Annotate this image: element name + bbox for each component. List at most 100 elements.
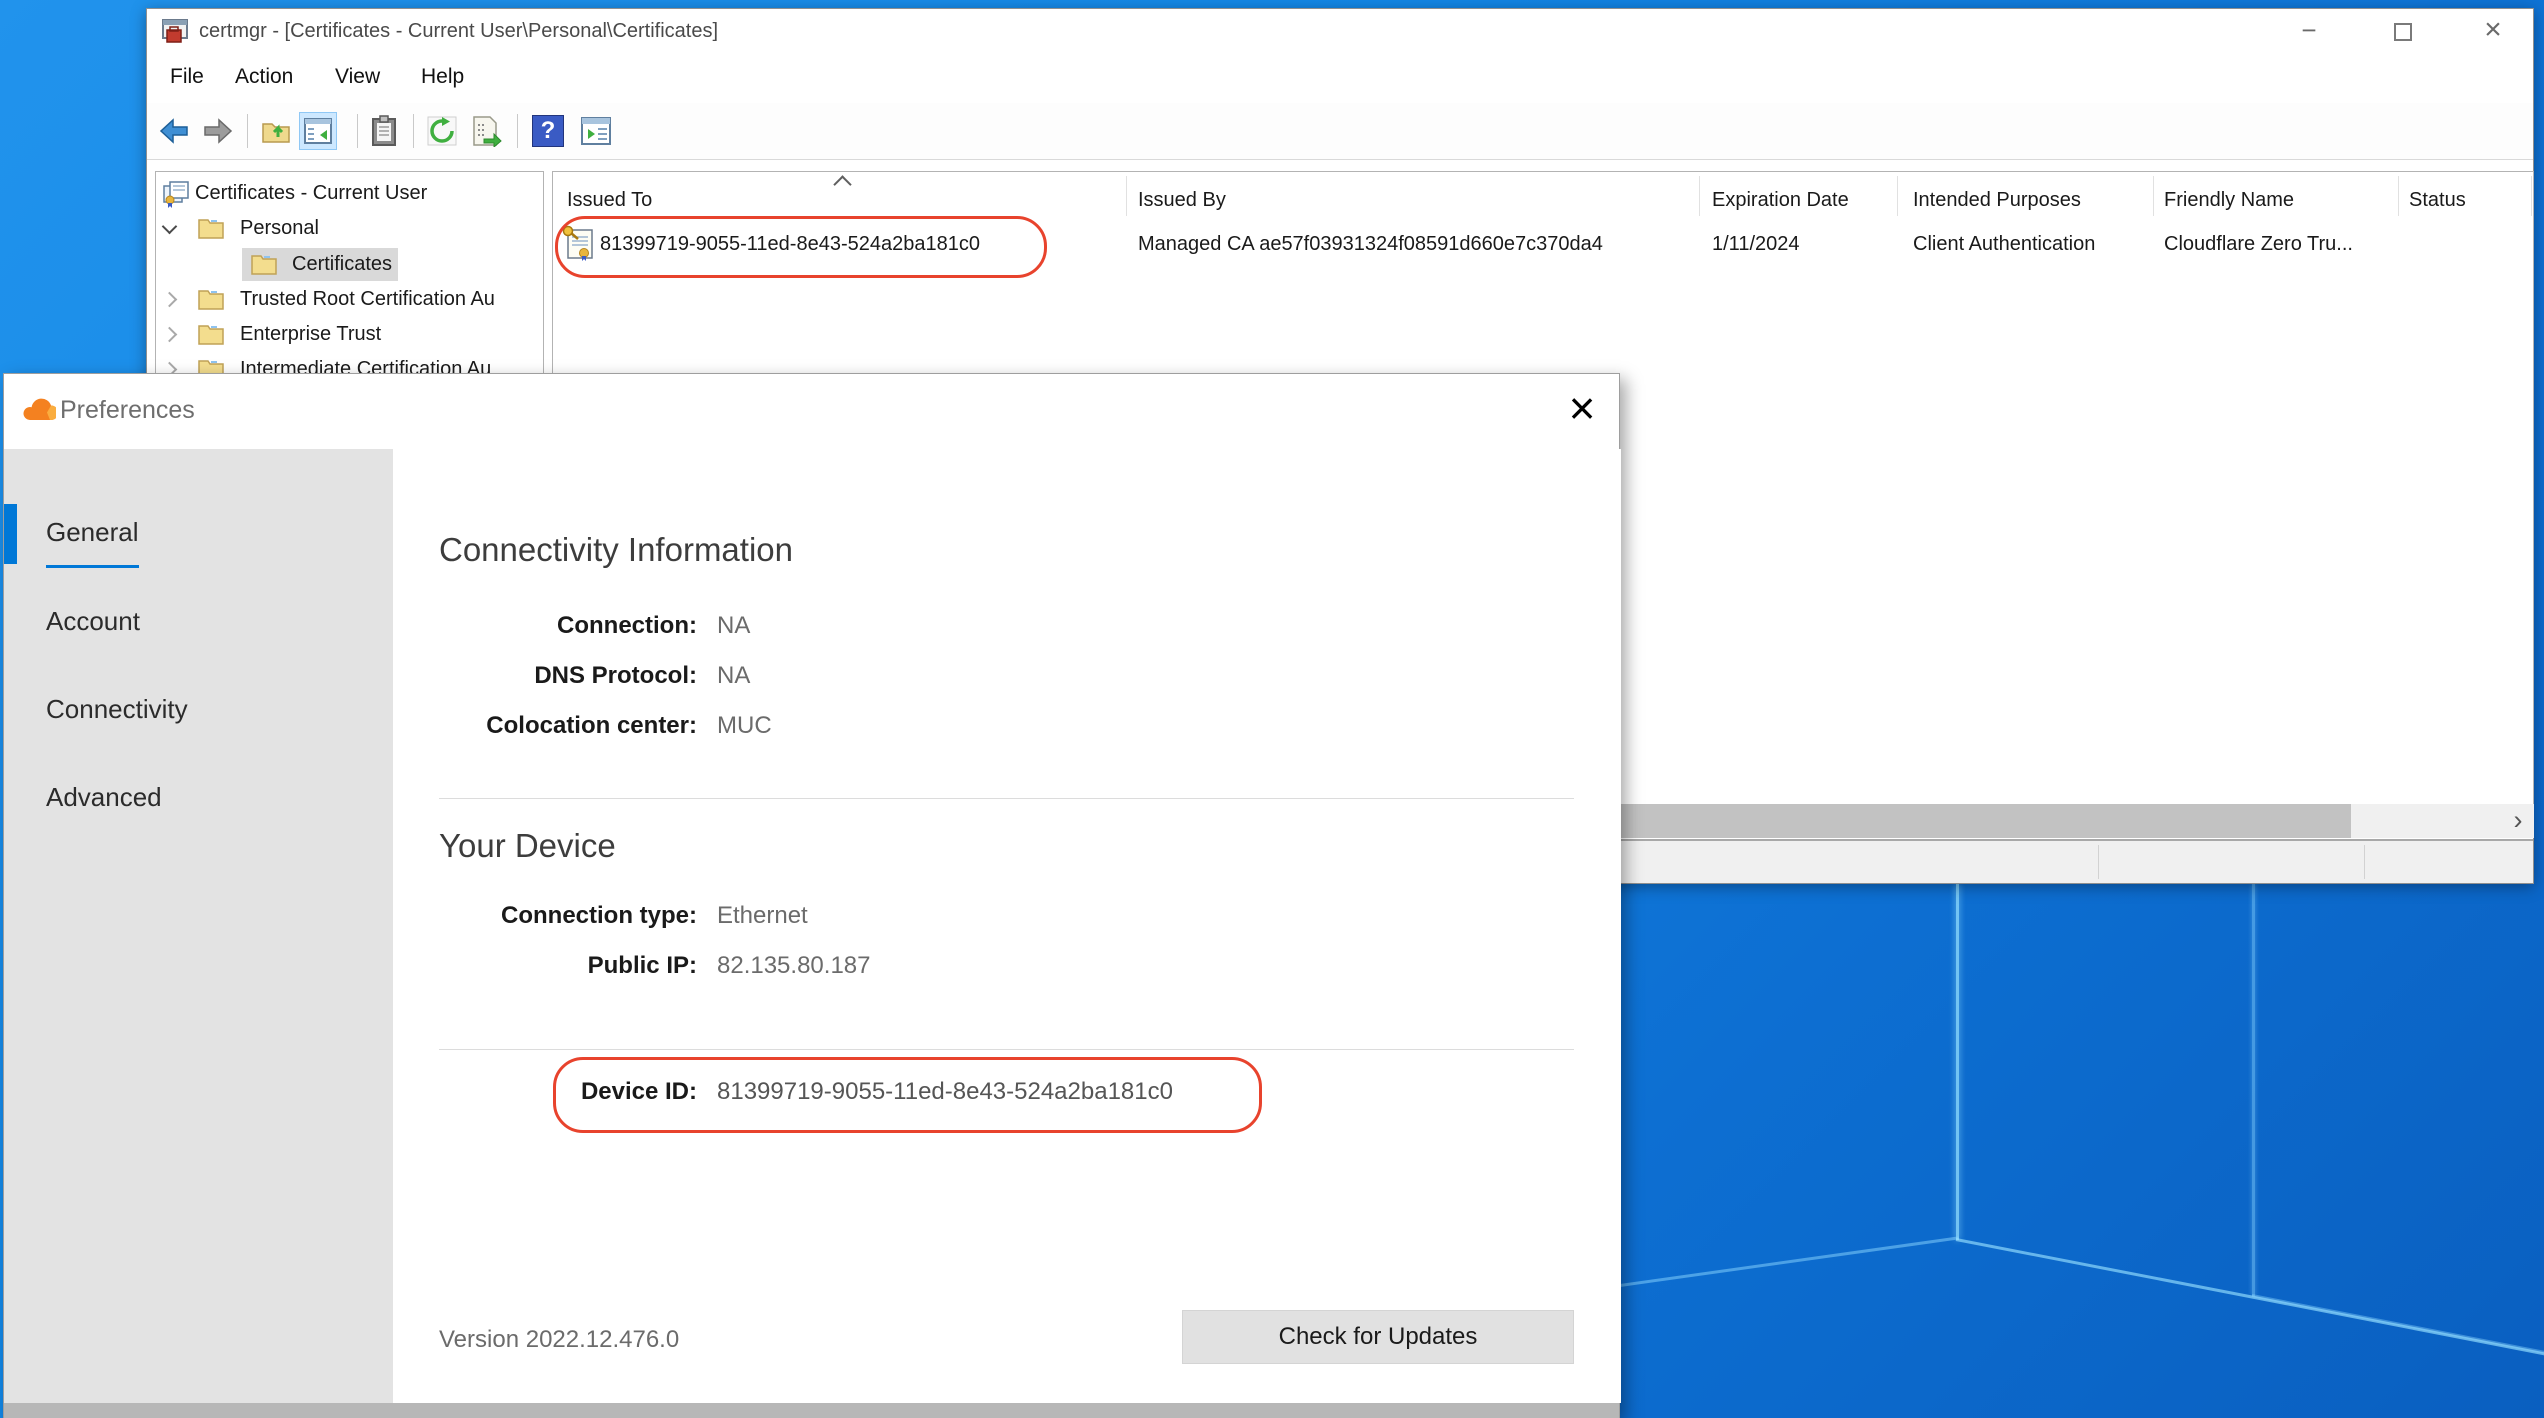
column-header-intended-purposes[interactable]: Intended Purposes (1913, 189, 2081, 212)
cell-friendly-name: Cloudflare Zero Tru... (2164, 233, 2353, 256)
chevron-right-icon[interactable] (162, 292, 178, 308)
tree-item-label: Certificates (292, 253, 392, 276)
preferences-close-button[interactable]: × (1552, 378, 1612, 438)
screen: certmgr - [Certificates - Current User\P… (0, 0, 2544, 1418)
connection-label: Connection: (439, 612, 697, 640)
folder-icon (197, 216, 225, 240)
colocation-center-value: MUC (717, 712, 772, 739)
menu-help[interactable]: Help (421, 65, 464, 89)
forward-button[interactable] (199, 112, 237, 150)
help-icon: ? (532, 115, 564, 147)
colocation-center-row: Colocation center: MUC (439, 712, 772, 740)
column-header-friendly-name[interactable]: Friendly Name (2164, 189, 2294, 212)
column-divider[interactable] (1126, 176, 1127, 216)
your-device-heading: Your Device (439, 827, 616, 865)
annotation-oval-issued-to (555, 216, 1047, 278)
version-text: Version 2022.12.476.0 (439, 1326, 679, 1354)
active-tab-indicator (4, 504, 17, 564)
maximize-icon (2394, 23, 2412, 41)
dialog-bottom-edge (4, 1403, 1619, 1418)
chevron-right-icon[interactable] (162, 327, 178, 343)
back-icon (158, 115, 190, 147)
toolbar-separator (247, 114, 248, 148)
cell-issued-by: Managed CA ae57f03931324f08591d660e7c370… (1138, 233, 1603, 256)
active-tab-underline (46, 565, 139, 568)
clipboard-button[interactable] (365, 112, 403, 150)
column-divider[interactable] (2398, 176, 2399, 216)
forward-icon (202, 115, 234, 147)
menu-action[interactable]: Action (235, 65, 293, 89)
column-header-issued-to[interactable]: Issued To (567, 189, 652, 212)
preferences-dialog: Preferences × General Account Connectivi… (3, 373, 1620, 1418)
minimize-button[interactable]: − (2277, 9, 2341, 51)
export-list-button[interactable] (467, 112, 505, 150)
tree-item-certificates[interactable]: Certificates (156, 248, 543, 281)
toolbar-separator (413, 114, 414, 148)
check-for-updates-button[interactable]: Check for Updates (1182, 1310, 1574, 1364)
menu-file[interactable]: File (170, 65, 204, 89)
cell-expiration-date: 1/11/2024 (1712, 233, 1800, 256)
connection-row: Connection: NA (439, 612, 750, 640)
public-ip-label: Public IP: (439, 952, 697, 980)
wallpaper-light-beam (2252, 884, 2255, 1296)
wallpaper-light-beam (1956, 884, 1959, 1240)
statusbar-section-divider (2364, 845, 2365, 879)
show-console-tree-icon (303, 116, 333, 146)
preferences-main: Connectivity Information Connection:NA D… (393, 449, 1621, 1403)
statusbar-section-divider (2098, 845, 2099, 879)
tree-item-label: Enterprise Trust (240, 323, 381, 346)
sidebar-item-advanced[interactable]: Advanced (46, 782, 162, 813)
show-console-tree-button[interactable] (299, 112, 337, 150)
dns-protocol-value: NA (717, 662, 750, 689)
column-header-status[interactable]: Status (2409, 189, 2466, 212)
colocation-center-label: Colocation center: (439, 712, 697, 740)
tree-item-label: Personal (240, 217, 319, 240)
dns-protocol-label: DNS Protocol: (439, 662, 697, 690)
tree-item-enterprise-trust[interactable]: Enterprise Trust (156, 318, 543, 351)
up-folder-button[interactable] (257, 112, 295, 150)
column-header-expiration-date[interactable]: Expiration Date (1712, 189, 1849, 212)
folder-icon (197, 322, 225, 346)
dns-protocol-row: DNS Protocol: NA (439, 662, 750, 690)
menu-view[interactable]: View (335, 65, 380, 89)
annotation-oval-device-id (553, 1057, 1262, 1133)
maximize-button[interactable] (2369, 9, 2433, 51)
tree-item-root[interactable]: Certificates - Current User (156, 177, 543, 210)
folder-icon (250, 252, 278, 276)
sidebar-item-connectivity[interactable]: Connectivity (46, 694, 188, 725)
certmgr-toolbar: ? (147, 103, 2533, 160)
wallpaper-light-beam (1620, 1236, 1959, 1287)
refresh-button[interactable] (423, 112, 461, 150)
tree-item-label: Trusted Root Certification Au (240, 288, 495, 311)
back-button[interactable] (155, 112, 193, 150)
cell-intended-purposes: Client Authentication (1913, 233, 2095, 256)
preferences-title: Preferences (60, 396, 195, 425)
public-ip-row: Public IP: 82.135.80.187 (439, 952, 870, 980)
chevron-down-icon[interactable] (162, 219, 178, 235)
tree-item-personal[interactable]: Personal (156, 212, 543, 245)
folder-icon (197, 287, 225, 311)
tree-item-label: Certificates - Current User (195, 182, 427, 205)
close-button[interactable]: × (2461, 9, 2525, 51)
column-divider[interactable] (2531, 176, 2532, 216)
column-header-issued-by[interactable]: Issued By (1138, 189, 1226, 212)
column-divider[interactable] (1897, 176, 1898, 216)
public-ip-value: 82.135.80.187 (717, 952, 870, 979)
help-button[interactable]: ? (529, 112, 567, 150)
toolbar-separator (517, 114, 518, 148)
window-title: certmgr - [Certificates - Current User\P… (199, 20, 718, 43)
column-divider[interactable] (2153, 176, 2154, 216)
sidebar-item-account[interactable]: Account (46, 606, 140, 637)
certificates-root-icon (162, 180, 190, 208)
certmgr-titlebar: certmgr - [Certificates - Current User\P… (147, 9, 2533, 53)
certmgr-menubar: File Action View Help (147, 53, 2533, 103)
refresh-icon (426, 115, 458, 147)
scroll-right-arrow[interactable]: › (2504, 804, 2532, 838)
connection-value: NA (717, 612, 750, 639)
tree-item-trusted-root[interactable]: Trusted Root Certification Au (156, 283, 543, 316)
sidebar-item-general[interactable]: General (46, 517, 139, 548)
preferences-sidebar: General Account Connectivity Advanced (4, 449, 393, 1418)
certmgr-app-icon (161, 18, 189, 46)
new-window-button[interactable] (577, 112, 615, 150)
column-divider[interactable] (1699, 176, 1700, 216)
